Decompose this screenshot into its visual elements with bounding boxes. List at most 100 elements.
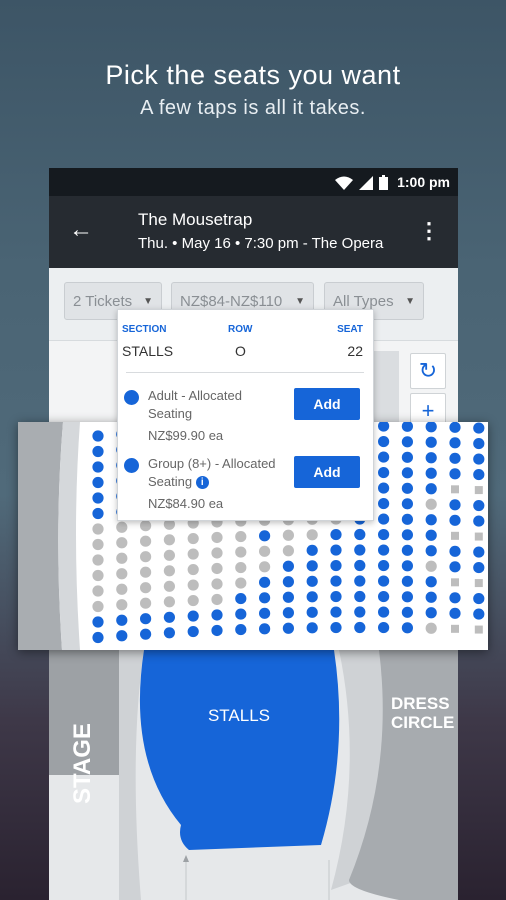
seat-available[interactable]	[425, 452, 437, 464]
seat-available[interactable]	[473, 499, 485, 512]
seat-available[interactable]	[449, 468, 461, 480]
seat-available[interactable]	[163, 627, 175, 639]
seat-available[interactable]	[401, 513, 413, 525]
seat-available[interactable]	[401, 467, 413, 479]
seat-available[interactable]	[259, 623, 271, 635]
seat-available[interactable]	[425, 436, 437, 448]
seat-available[interactable]	[92, 445, 104, 458]
seat-available[interactable]	[378, 497, 390, 510]
add-adult-button[interactable]: Add	[294, 388, 360, 420]
seat-available[interactable]	[187, 625, 199, 638]
seat-available[interactable]	[449, 592, 461, 604]
seat-available[interactable]	[473, 437, 485, 450]
seat-available[interactable]	[354, 528, 366, 541]
seat-available[interactable]	[449, 437, 461, 449]
seat-available[interactable]	[116, 614, 128, 626]
seat-available[interactable]	[282, 622, 294, 634]
seat-available[interactable]	[425, 607, 437, 619]
seat-available[interactable]	[92, 476, 104, 489]
seat-available[interactable]	[354, 559, 366, 572]
seat-available[interactable]	[401, 575, 413, 587]
seat-wheelchair[interactable]	[474, 625, 483, 634]
add-group-button[interactable]: Add	[294, 456, 360, 488]
seat-available[interactable]	[92, 461, 104, 473]
seat-available[interactable]	[425, 514, 437, 526]
seat-available[interactable]	[401, 591, 413, 603]
seat-available[interactable]	[378, 606, 390, 618]
seat-available[interactable]	[354, 575, 366, 587]
seat-available[interactable]	[378, 575, 390, 587]
seat-available[interactable]	[116, 630, 128, 642]
seat-available[interactable]	[378, 513, 390, 525]
seat-available[interactable]	[306, 544, 318, 556]
seat-available[interactable]	[259, 530, 271, 542]
seat-available[interactable]	[259, 592, 271, 604]
seat-available[interactable]	[401, 622, 413, 634]
seat-available[interactable]	[92, 616, 104, 628]
seat-available[interactable]	[425, 591, 437, 603]
seat-available[interactable]	[330, 575, 342, 587]
seat-available[interactable]	[378, 466, 390, 479]
seat-available[interactable]	[92, 492, 104, 504]
seat-available[interactable]	[425, 529, 437, 541]
seat-available[interactable]	[187, 610, 199, 622]
seat-available[interactable]	[235, 592, 247, 605]
seat-wheelchair[interactable]	[451, 531, 459, 540]
seat-available[interactable]	[401, 544, 413, 556]
seat-available[interactable]	[282, 591, 294, 603]
seat-wheelchair[interactable]	[451, 485, 459, 494]
seat-available[interactable]	[259, 607, 271, 619]
seat-available[interactable]	[354, 621, 366, 634]
seat-available[interactable]	[401, 482, 413, 494]
seat-available[interactable]	[282, 607, 294, 619]
seat-wheelchair[interactable]	[451, 624, 459, 633]
seat-available[interactable]	[140, 613, 152, 625]
seat-wheelchair[interactable]	[474, 579, 483, 588]
seat-available[interactable]	[473, 608, 485, 620]
seat-available[interactable]	[306, 622, 318, 634]
seat-available[interactable]	[401, 451, 413, 463]
seat-available[interactable]	[378, 528, 390, 541]
seat-available[interactable]	[473, 515, 485, 527]
seat-wheelchair[interactable]	[474, 486, 483, 495]
seat-available[interactable]	[473, 422, 485, 434]
seat-available[interactable]	[259, 576, 271, 588]
seat-available[interactable]	[401, 436, 413, 448]
seat-available[interactable]	[378, 621, 390, 634]
seat-available[interactable]	[306, 560, 318, 572]
seat-wheelchair[interactable]	[451, 578, 459, 587]
seat-available[interactable]	[354, 590, 366, 603]
seat-available[interactable]	[449, 545, 461, 557]
seat-available[interactable]	[449, 499, 461, 511]
info-icon[interactable]: i	[195, 476, 209, 490]
seat-available[interactable]	[354, 606, 366, 618]
seat-available[interactable]	[330, 528, 342, 541]
seat-available[interactable]	[92, 507, 104, 520]
seat-available[interactable]	[449, 514, 461, 526]
seat-available[interactable]	[401, 606, 413, 618]
seat-available[interactable]	[473, 453, 485, 465]
seat-available[interactable]	[92, 430, 104, 442]
seat-available[interactable]	[473, 468, 485, 481]
seat-available[interactable]	[378, 451, 390, 463]
seat-available[interactable]	[330, 559, 342, 572]
seat-available[interactable]	[401, 529, 413, 541]
seat-available[interactable]	[449, 422, 461, 433]
seat-available[interactable]	[449, 452, 461, 464]
seat-available[interactable]	[378, 544, 390, 556]
seat-available[interactable]	[282, 576, 294, 588]
stalls-section[interactable]: STALLS	[184, 706, 294, 726]
seat-available[interactable]	[473, 561, 485, 574]
seat-available[interactable]	[306, 575, 318, 587]
back-arrow-icon[interactable]: ←	[69, 216, 93, 244]
seat-available[interactable]	[473, 592, 485, 605]
seat-available[interactable]	[306, 591, 318, 603]
seat-available[interactable]	[235, 608, 247, 620]
seat-available[interactable]	[425, 467, 437, 479]
seat-available[interactable]	[378, 482, 390, 494]
seat-available[interactable]	[211, 624, 223, 637]
seat-available[interactable]	[449, 561, 461, 573]
seat-available[interactable]	[92, 631, 104, 644]
seat-available[interactable]	[378, 435, 390, 448]
seat-available[interactable]	[163, 611, 175, 623]
